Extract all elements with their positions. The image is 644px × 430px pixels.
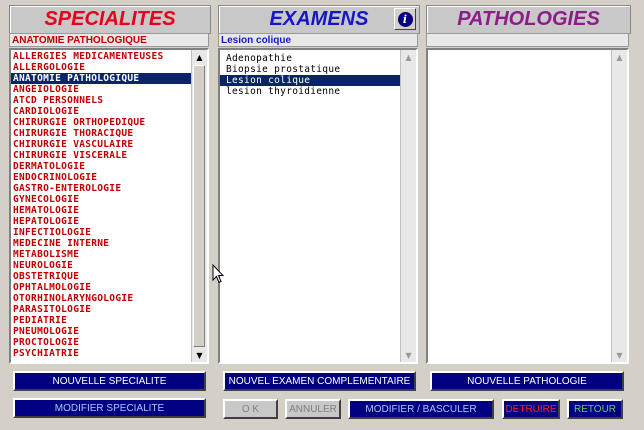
pathologies-title: PATHOLOGIES [457, 8, 600, 30]
list-item[interactable]: ENDOCRINOLOGIE [11, 172, 191, 183]
list-item[interactable]: INFECTIOLOGIE [11, 227, 191, 238]
list-item[interactable]: ANGEIOLOGIE [11, 84, 191, 95]
list-item[interactable]: PROCTOLOGIE [11, 337, 191, 348]
delete-button[interactable]: DETRUIRE [502, 399, 560, 419]
list-item[interactable]: PARASITOLOGIE [11, 304, 191, 315]
specialites-title: SPECIALITES [44, 8, 176, 30]
list-item[interactable]: NEUROLOGIE [11, 260, 191, 271]
scroll-down-icon[interactable]: ▼ [612, 348, 627, 362]
info-icon: i [397, 11, 413, 27]
new-specialite-button[interactable]: NOUVELLE SPECIALITE [13, 371, 206, 391]
scroll-up-icon[interactable]: ▲ [612, 50, 627, 64]
scroll-down-icon[interactable]: ▼ [192, 348, 207, 362]
modify-specialite-button[interactable]: MODIFIER SPECIALITE [13, 398, 206, 418]
list-item[interactable]: CHIRURGIE VASCULAIRE [11, 139, 191, 150]
cancel-button[interactable]: ANNULER [285, 399, 341, 419]
list-item[interactable]: Adenopathie [220, 53, 400, 64]
examens-selected: Lesion colique [218, 33, 418, 47]
list-item[interactable]: CHIRURGIE THORACIQUE [11, 128, 191, 139]
scroll-up-icon[interactable]: ▲ [401, 50, 416, 64]
list-item[interactable]: CARDIOLOGIE [11, 106, 191, 117]
info-button[interactable]: i [394, 8, 416, 30]
examens-header: EXAMENS [218, 5, 420, 34]
examens-title: EXAMENS [269, 8, 369, 30]
pathologies-list[interactable]: ▲ ▼ [426, 48, 629, 364]
list-item[interactable]: HEPATOLOGIE [11, 216, 191, 227]
specialites-header: SPECIALITES [9, 5, 211, 34]
examens-scrollbar[interactable]: ▲ ▼ [400, 50, 416, 362]
scroll-down-icon[interactable]: ▼ [401, 348, 416, 362]
list-item[interactable]: DERMATOLOGIE [11, 161, 191, 172]
examens-items: Adenopathie Biopsie prostatique Lesion col… [220, 53, 400, 362]
list-item[interactable]: ANATOMIE PATHOLOGIQUE [11, 73, 191, 84]
ok-button[interactable]: O K [223, 399, 278, 419]
list-item[interactable]: Biopsie prostatique [220, 64, 400, 75]
list-item[interactable]: ALLERGIES MEDICAMENTEUSES [11, 51, 191, 62]
new-pathologie-button[interactable]: NOUVELLE PATHOLOGIE [430, 371, 624, 391]
scroll-thumb[interactable] [193, 65, 205, 347]
list-item[interactable]: Lesion colique [220, 75, 400, 86]
pathologies-selected [426, 33, 629, 47]
list-item[interactable]: MEDECINE INTERNE [11, 238, 191, 249]
list-item[interactable]: GASTRO-ENTEROLOGIE [11, 183, 191, 194]
new-examen-button[interactable]: NOUVEL EXAMEN COMPLEMENTAIRE [223, 371, 416, 391]
list-item[interactable]: ALLERGOLOGIE [11, 62, 191, 73]
examens-list[interactable]: Adenopathie Biopsie prostatique Lesion col… [218, 48, 418, 364]
list-item[interactable]: OTORHINOLARYNGOLOGIE [11, 293, 191, 304]
specialites-list[interactable]: ALLERGIES MEDICAMENTEUSES ALLERGOLOGIE ANA… [9, 48, 209, 364]
list-item[interactable]: lesion thyroidienne [220, 86, 400, 97]
modify-toggle-button[interactable]: MODIFIER / BASCULER [348, 399, 494, 419]
list-item[interactable]: HEMATOLOGIE [11, 205, 191, 216]
list-item[interactable]: OBSTETRIQUE [11, 271, 191, 282]
pathologies-scrollbar[interactable]: ▲ ▼ [611, 50, 627, 362]
specialites-items: ALLERGIES MEDICAMENTEUSES ALLERGOLOGIE ANA… [11, 51, 191, 362]
list-item[interactable]: METABOLISME [11, 249, 191, 260]
specialites-selected: ANATOMIE PATHOLOGIQUE [9, 33, 209, 47]
list-item[interactable]: PEDIATRIE [11, 315, 191, 326]
list-item[interactable]: CHIRURGIE VISCERALE [11, 150, 191, 161]
scroll-up-icon[interactable]: ▲ [192, 50, 207, 64]
specialites-scrollbar[interactable]: ▲ ▼ [191, 50, 207, 362]
mouse-cursor-icon [212, 264, 224, 284]
list-item[interactable]: CHIRURGIE ORTHOPEDIQUE [11, 117, 191, 128]
list-item[interactable]: PNEUMOLOGIE [11, 326, 191, 337]
list-item[interactable]: GYNECOLOGIE [11, 194, 191, 205]
list-item[interactable]: OPHTALMOLOGIE [11, 282, 191, 293]
pathologies-items [428, 51, 611, 362]
pathologies-header: PATHOLOGIES [426, 5, 631, 34]
list-item[interactable]: ATCD PERSONNELS [11, 95, 191, 106]
list-item[interactable]: PSYCHIATRIE [11, 348, 191, 359]
back-button[interactable]: RETOUR [567, 399, 623, 419]
